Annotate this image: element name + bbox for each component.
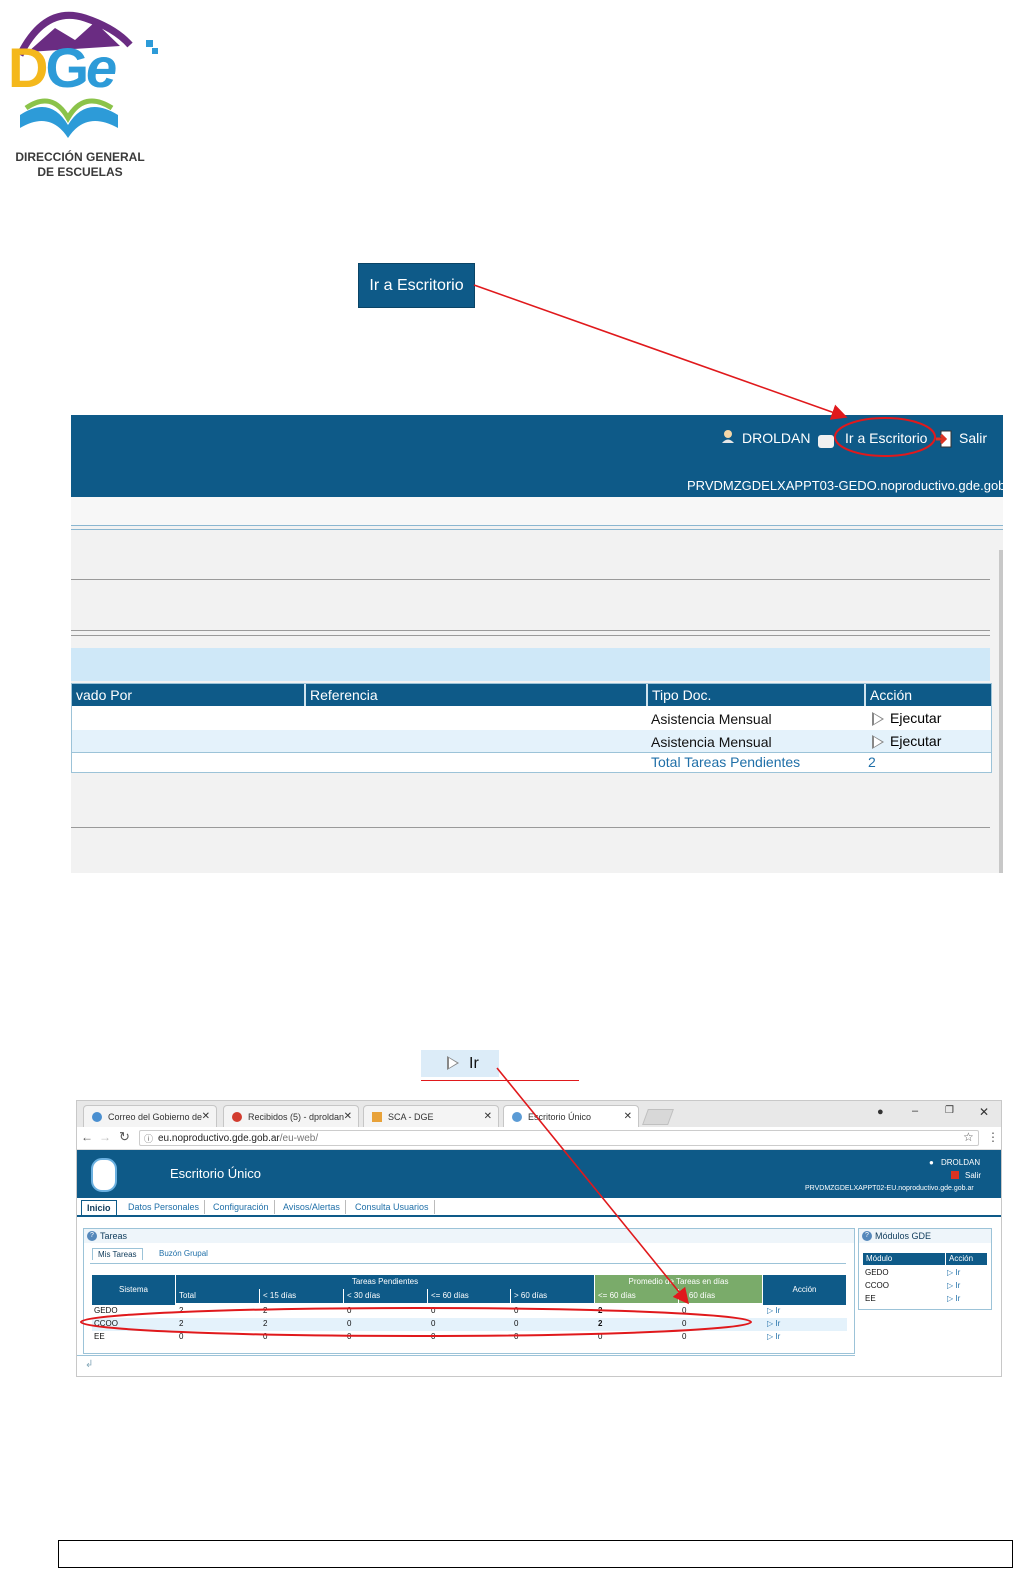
- escritorio-highlight-ellipse: [834, 417, 936, 457]
- arrow-to-escritorio: [473, 284, 848, 420]
- annotation-layer: [80, 284, 936, 1337]
- rows-highlight-ellipse: [80, 1307, 752, 1337]
- footer-box: [58, 1540, 1013, 1568]
- arrow-to-ir: [496, 1067, 690, 1305]
